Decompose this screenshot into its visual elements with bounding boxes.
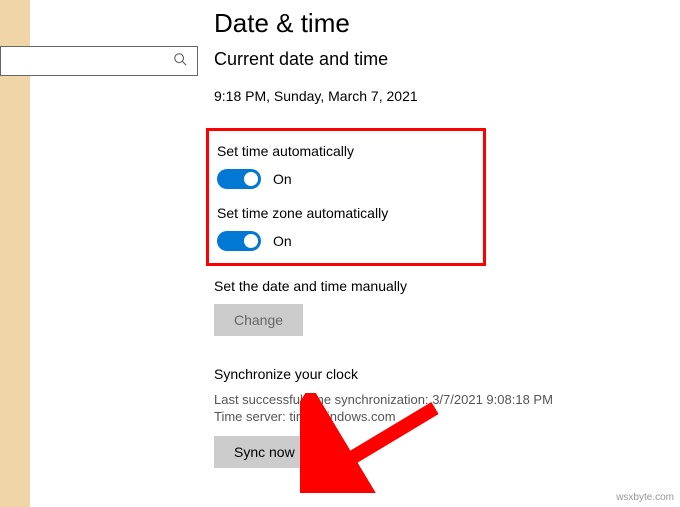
- sync-last: Last successful time synchronization: 3/…: [214, 392, 680, 407]
- change-button: Change: [214, 304, 303, 336]
- manual-label: Set the date and time manually: [214, 278, 680, 294]
- sync-title: Synchronize your clock: [214, 366, 680, 382]
- auto-tz-toggle[interactable]: [217, 231, 261, 251]
- sync-now-button[interactable]: Sync now: [214, 436, 315, 468]
- sidebar: [30, 0, 185, 507]
- section-subtitle: Current date and time: [214, 49, 680, 70]
- auto-tz-label: Set time zone automatically: [217, 205, 475, 221]
- settings-content: Date & time Current date and time 9:18 P…: [214, 0, 680, 468]
- page-title: Date & time: [214, 8, 680, 39]
- auto-time-toggle[interactable]: [217, 169, 261, 189]
- search-input[interactable]: [0, 54, 173, 69]
- search-icon: [173, 52, 187, 71]
- auto-tz-state: On: [273, 233, 292, 249]
- auto-time-label: Set time automatically: [217, 143, 475, 159]
- current-datetime: 9:18 PM, Sunday, March 7, 2021: [214, 88, 680, 104]
- sync-server: Time server: time.windows.com: [214, 409, 680, 424]
- search-box[interactable]: [0, 46, 198, 76]
- watermark: wsxbyte.com: [616, 492, 674, 503]
- left-accent-strip: [0, 0, 30, 507]
- highlight-annotation: Set time automatically On Set time zone …: [206, 128, 486, 266]
- auto-time-state: On: [273, 171, 292, 187]
